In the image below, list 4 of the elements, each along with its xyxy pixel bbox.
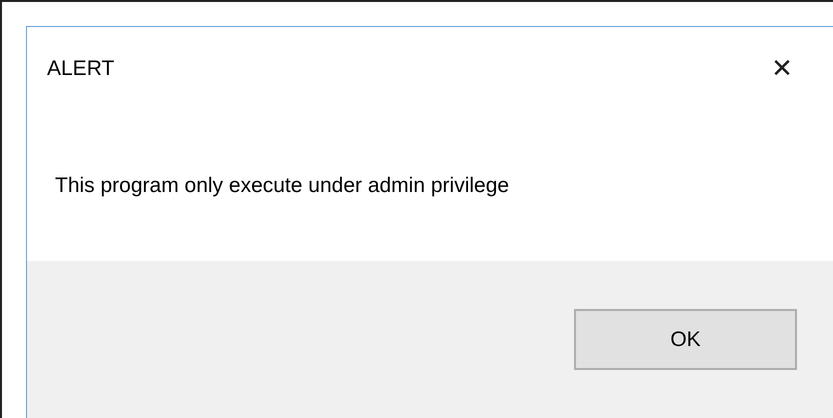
alert-message: This program only execute under admin privilege [55,174,510,198]
window-title: ALERT [47,57,114,81]
ok-button[interactable]: OK [574,309,797,370]
close-button[interactable]: ✕ [745,54,819,84]
